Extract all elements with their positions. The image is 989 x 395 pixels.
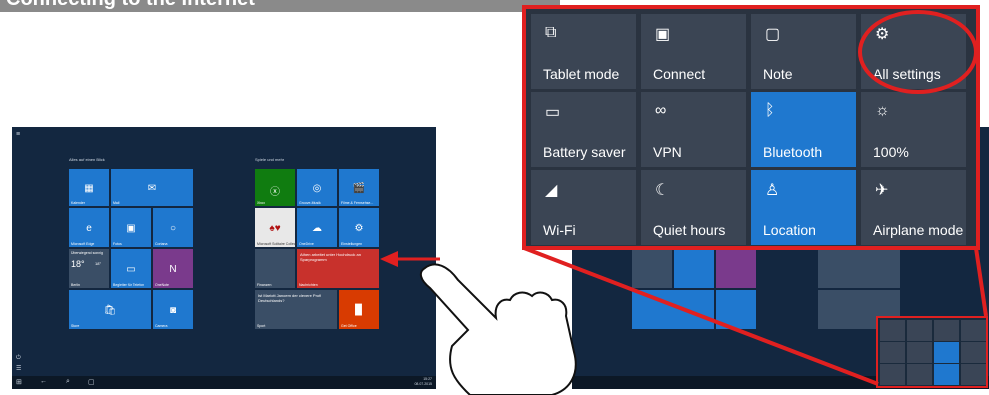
bluetooth-icon: ᛒ — [765, 102, 775, 119]
quick-action-label: Location — [763, 222, 816, 238]
quick-action-label: Tablet mode — [543, 66, 620, 82]
hand-icon — [419, 263, 577, 395]
quick-action-label: 100% — [873, 144, 909, 160]
vpn-icon: ∞ — [655, 102, 667, 119]
quick-action-label: Wi-Fi — [543, 222, 576, 238]
quick-action-label: Battery saver — [543, 144, 626, 160]
quick-action-100-[interactable]: ☼ 100% — [861, 92, 966, 167]
highlight-ellipse — [858, 10, 978, 94]
airplane-icon: ✈ — [875, 182, 889, 199]
connect-icon: ▣ — [655, 26, 671, 43]
quick-action-label: Quiet hours — [653, 222, 726, 238]
quick-action-airplane-mode[interactable]: ✈ Airplane mode — [861, 170, 966, 245]
quick-action-battery-saver[interactable]: ▭ Battery saver — [531, 92, 636, 167]
moon-icon: ☾ — [655, 182, 670, 199]
location-icon: ♙ — [765, 182, 780, 199]
quick-action-connect[interactable]: ▣ Connect — [641, 14, 746, 89]
quick-action-label: Bluetooth — [763, 144, 823, 160]
quick-action-tablet-mode[interactable]: ⧉ Tablet mode — [531, 14, 636, 89]
note-icon: ▢ — [765, 26, 781, 43]
zoom-connector-line — [974, 247, 988, 317]
brightness-icon: ☼ — [875, 102, 890, 119]
quick-action-wi-fi[interactable]: ◢ Wi-Fi — [531, 170, 636, 245]
quick-action-bluetooth[interactable]: ᛒ Bluetooth — [751, 92, 856, 167]
zoom-connector-line — [523, 246, 879, 386]
quick-action-quiet-hours[interactable]: ☾ Quiet hours — [641, 170, 746, 245]
quick-action-vpn[interactable]: ∞ VPN — [641, 92, 746, 167]
wifi-icon: ◢ — [545, 182, 558, 199]
quick-action-label: Note — [763, 66, 793, 82]
tablet-icon: ⧉ — [545, 24, 557, 41]
quick-action-label: VPN — [653, 144, 682, 160]
quick-action-label: Airplane mode — [873, 222, 964, 238]
quick-action-label: Connect — [653, 66, 706, 82]
quick-action-location[interactable]: ♙ Location — [751, 170, 856, 245]
pointer-arrowhead — [380, 251, 398, 267]
battery-icon: ▭ — [545, 104, 561, 121]
quick-action-note[interactable]: ▢ Note — [751, 14, 856, 89]
